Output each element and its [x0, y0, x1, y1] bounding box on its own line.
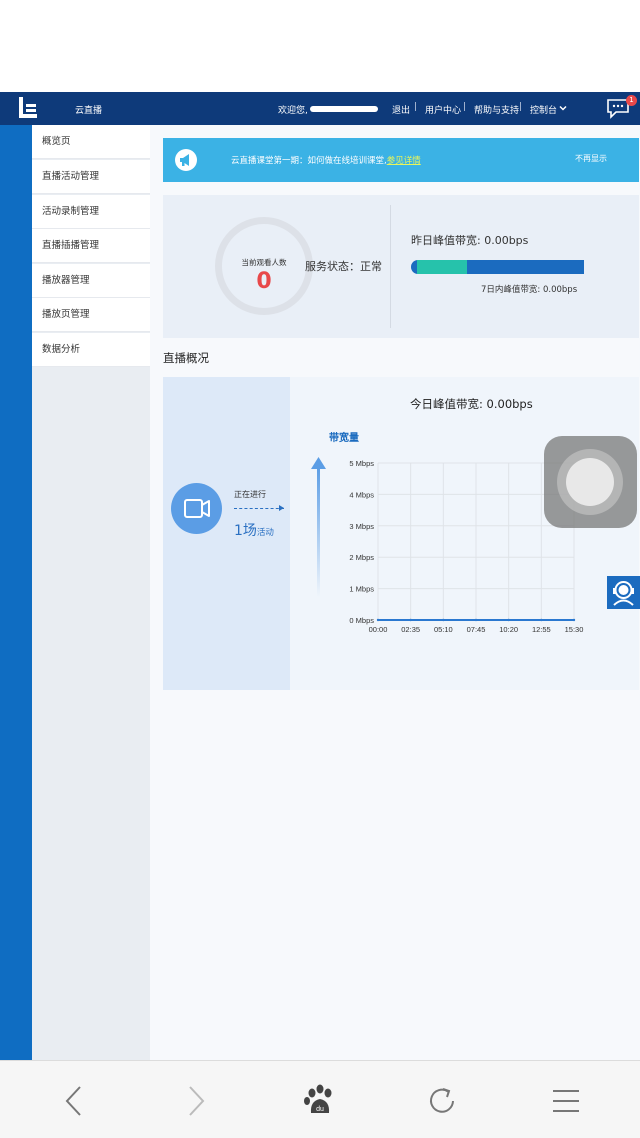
- viewer-count-ring: 当前观看人数 0: [215, 217, 313, 315]
- sidebar-item-label: 直播活动管理: [42, 171, 100, 182]
- live-overview-panel: 正在进行 1场活动 今日峰值带宽: 0.00bps 带宽量 0 Mbps 1 Mb…: [163, 377, 639, 690]
- yesterday-peak-bar: [411, 260, 584, 274]
- sidebar-item-label: 播放器管理: [42, 275, 90, 286]
- seven-day-peak: 7日内峰值带宽: 0.00bps: [481, 285, 578, 295]
- video-camera-icon: [171, 483, 222, 534]
- yesterday-peak: 昨日峰值带宽: 0.00bps: [411, 234, 529, 247]
- status-area: [0, 0, 640, 92]
- x-tick-label: 00:00: [369, 625, 388, 634]
- nav-separator: |: [414, 102, 418, 112]
- x-tick-label: 05:10: [434, 625, 453, 634]
- baidu-paw-icon[interactable]: du: [300, 1081, 340, 1121]
- divider: [390, 205, 391, 328]
- data-point: [474, 618, 478, 622]
- sidebar-item-insert[interactable]: 直播插播管理: [32, 229, 150, 263]
- help-link[interactable]: 帮助与支持: [474, 103, 519, 116]
- svg-text:du: du: [316, 1106, 324, 1113]
- menu-icon[interactable]: [546, 1081, 586, 1121]
- y-tick-label: 1 Mbps: [349, 585, 374, 594]
- sidebar-item-playpage[interactable]: 播放页管理: [32, 298, 150, 332]
- forward-icon[interactable]: [176, 1081, 216, 1121]
- activity-count-value: 1场: [234, 523, 257, 539]
- left-strip: [0, 125, 32, 1060]
- notice-message: 云直播课堂第一期：如何做在线培训课堂,: [231, 156, 387, 166]
- arrow-right-icon: [279, 505, 284, 511]
- chevron-down-icon[interactable]: [559, 105, 567, 112]
- stats-panel: 当前观看人数 0 服务状态：正常 昨日峰值带宽: 0.00bps 7日内峰值带宽…: [163, 195, 639, 338]
- live-summary: 正在进行 1场活动: [163, 377, 290, 690]
- x-tick-label: 15:30: [565, 625, 584, 634]
- logout-link[interactable]: 退出: [392, 103, 410, 116]
- axis-arrow-icon: [311, 457, 326, 469]
- data-point: [572, 618, 576, 622]
- x-tick-label: 07:45: [467, 625, 486, 634]
- sidebar-item-analytics[interactable]: 数据分析: [32, 333, 150, 367]
- letv-logo-icon[interactable]: [15, 95, 41, 122]
- assistive-touch-core: [566, 458, 614, 506]
- notice-detail-link[interactable]: 参见详情: [387, 156, 421, 166]
- sidebar-item-live-activity[interactable]: 直播活动管理: [32, 160, 150, 194]
- brand-label[interactable]: 云直播: [75, 103, 102, 116]
- customer-service-icon[interactable]: [607, 576, 640, 609]
- data-point: [507, 618, 510, 622]
- y-tick-label: 3 Mbps: [349, 522, 374, 531]
- top-header: 云直播 欢迎您, 退出 | 用户中心 | 帮助与支持 | 控制台 1: [0, 92, 640, 125]
- notification-badge: 1: [626, 95, 637, 106]
- ongoing-label: 正在进行: [234, 490, 266, 499]
- x-tick-label: 12:55: [532, 625, 551, 634]
- sidebar-item-label: 播放页管理: [42, 309, 90, 320]
- console-menu[interactable]: 控制台: [530, 103, 557, 116]
- section-title: 直播概况: [163, 351, 209, 365]
- today-peak: 今日峰值带宽: 0.00bps: [410, 397, 533, 411]
- assistive-touch-button[interactable]: [544, 436, 637, 528]
- data-point: [442, 618, 445, 622]
- bandwidth-label: 带宽量: [329, 433, 359, 444]
- sidebar-item-recording[interactable]: 活动录制管理: [32, 195, 150, 229]
- service-status: 服务状态：正常: [305, 260, 382, 273]
- data-point: [540, 618, 543, 622]
- x-tick-label: 02:35: [401, 625, 420, 634]
- sidebar-item-label: 数据分析: [42, 344, 81, 355]
- nav-separator: |: [519, 102, 523, 112]
- y-tick-label: 4 Mbps: [349, 490, 374, 499]
- data-point: [376, 618, 380, 622]
- y-tick-label: 0 Mbps: [349, 616, 374, 625]
- sidebar-item-label: 活动录制管理: [42, 206, 100, 217]
- dashed-arrow: [234, 508, 284, 509]
- activity-count-unit: 活动: [256, 528, 274, 538]
- sidebar-item-overview[interactable]: 概览页: [32, 125, 150, 159]
- viewers-label: 当前观看人数: [241, 258, 287, 267]
- y-tick-label: 2 Mbps: [349, 553, 374, 562]
- sidebar-item-player[interactable]: 播放器管理: [32, 264, 150, 298]
- x-tick-label: 10:20: [499, 625, 518, 634]
- notice-dismiss-button[interactable]: 不再显示: [575, 153, 607, 164]
- data-point: [409, 618, 412, 622]
- axis-arrow-shaft: [317, 467, 320, 597]
- sidebar-item-label: 概览页: [42, 136, 71, 147]
- y-tick-label: 5 Mbps: [349, 459, 374, 468]
- notice-text: 云直播课堂第一期：如何做在线培训课堂,参见详情: [231, 154, 421, 166]
- sidebar-item-label: 直播插播管理: [42, 240, 100, 251]
- nav-separator: |: [463, 102, 467, 112]
- viewers-value: 0: [256, 269, 272, 294]
- user-center-link[interactable]: 用户中心: [425, 103, 461, 116]
- yesterday-peak-bar-fill: [417, 260, 467, 274]
- sidebar: 概览页 直播活动管理 活动录制管理 直播插播管理 播放器管理 播放页管理 数据分…: [32, 125, 150, 1060]
- username-redacted: [310, 106, 378, 112]
- back-icon[interactable]: [54, 1081, 94, 1121]
- refresh-icon[interactable]: [422, 1081, 462, 1121]
- activity-count[interactable]: 1场活动: [234, 520, 274, 540]
- welcome-text: 欢迎您,: [278, 106, 308, 116]
- notice-banner: 云直播课堂第一期：如何做在线培训课堂,参见详情 不再显示: [163, 138, 639, 182]
- browser-toolbar: du: [0, 1060, 640, 1138]
- megaphone-icon: [175, 149, 197, 171]
